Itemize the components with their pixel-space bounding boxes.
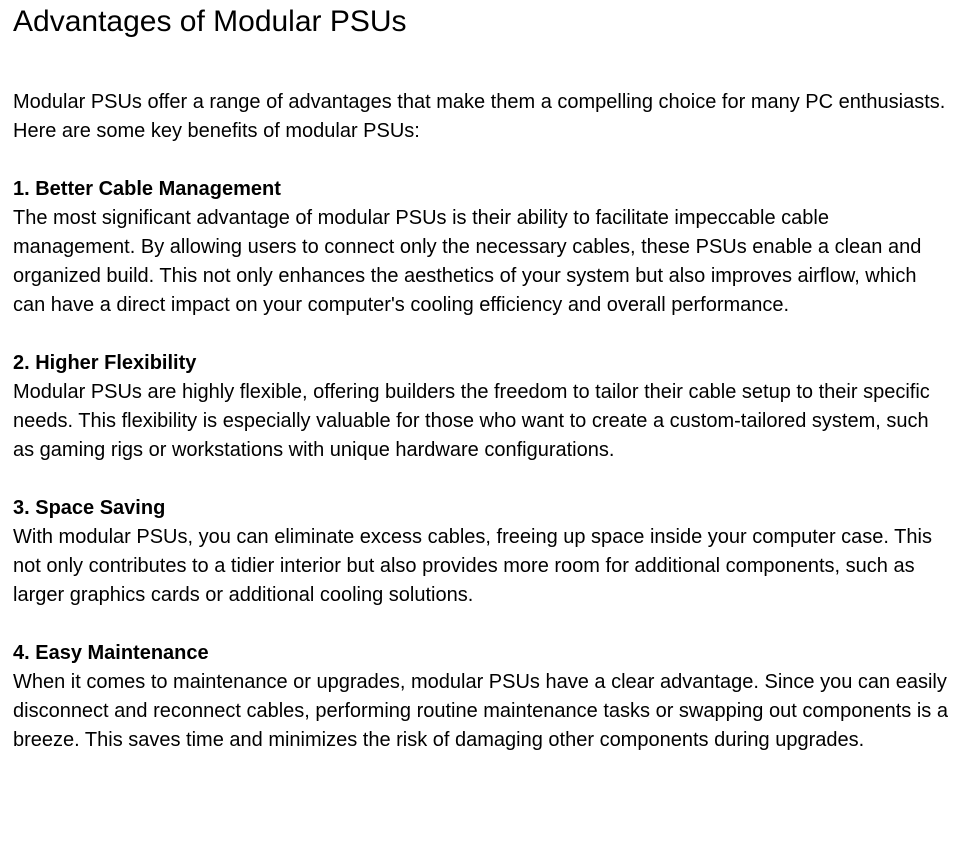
section-body: With modular PSUs, you can eliminate exc… [13,526,932,606]
section-flexibility: 2. Higher Flexibility Modular PSUs are h… [13,349,948,465]
section-cable-management: 1. Better Cable Management The most sign… [13,175,948,320]
section-body: Modular PSUs are highly flexible, offeri… [13,381,930,461]
section-heading: 2. Higher Flexibility [13,352,197,374]
section-heading: 3. Space Saving [13,497,166,519]
document-page: Advantages of Modular PSUs Modular PSUs … [0,0,957,858]
section-body: The most significant advantage of modula… [13,207,922,316]
intro-paragraph: Modular PSUs offer a range of advantages… [13,91,946,142]
page-title: Advantages of Modular PSUs [13,5,407,38]
section-heading: 1. Better Cable Management [13,178,281,200]
section-heading: 4. Easy Maintenance [13,642,209,664]
section-body: When it comes to maintenance or upgrades… [13,671,948,751]
section-easy-maintenance: 4. Easy Maintenance When it comes to mai… [13,639,948,755]
section-space-saving: 3. Space Saving With modular PSUs, you c… [13,494,948,610]
